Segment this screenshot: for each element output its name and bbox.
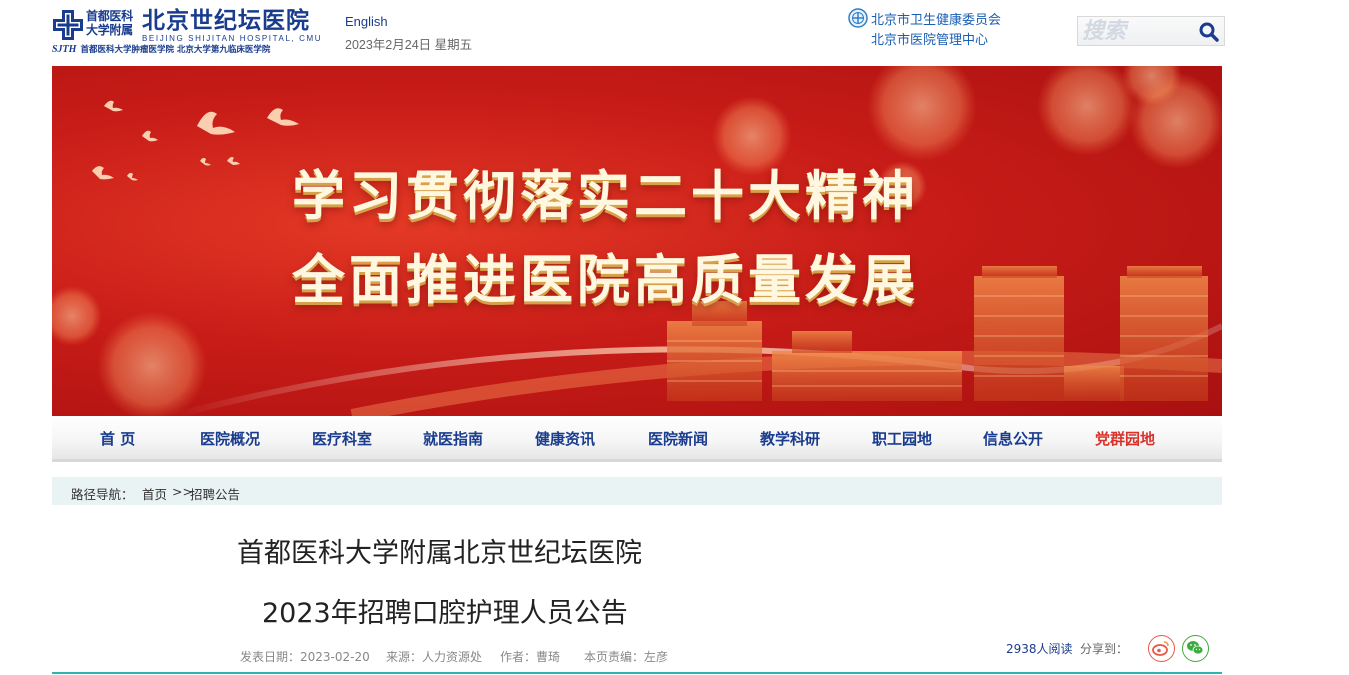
main-nav: 首 页 医院概况 医疗科室 就医指南 健康资讯 医院新闻 教学科研 职工园地 信… <box>52 416 1222 462</box>
share-label: 分享到： <box>1080 642 1129 656</box>
nav-hospital-overview[interactable]: 医院概况 <box>200 428 260 449</box>
breadcrumb-label: 路径导航： <box>71 487 134 502</box>
nav-patient-guide[interactable]: 就医指南 <box>423 428 483 449</box>
nav-staff-garden[interactable]: 职工园地 <box>872 428 932 449</box>
hospital-logo[interactable]: 首都医科 大学附属 北京世纪坛医院 BEIJING SHIJITAN HOSPI… <box>52 8 342 56</box>
nav-home[interactable]: 首 页 <box>100 428 135 449</box>
breadcrumb: 路径导航： 首页 >> 招聘公告 <box>52 477 1222 505</box>
search-icon <box>1199 22 1219 42</box>
article-publish-date: 发表日期：2023-02-20 <box>240 650 370 664</box>
banner-headline-2: 全面推进医院高质量发展 <box>292 250 919 311</box>
site-header: 首都医科 大学附属 北京世纪坛医院 BEIJING SHIJITAN HOSPI… <box>0 0 1349 66</box>
logo-hospital-name: 北京世纪坛医院 <box>142 7 310 34</box>
current-date: 2023年2月24日 星期五 <box>345 38 473 52</box>
nav-hospital-news[interactable]: 医院新闻 <box>648 428 708 449</box>
article-editor: 本页责编：左彦 <box>584 650 669 664</box>
english-link[interactable]: English <box>345 14 388 29</box>
banner-headline-1: 学习贯彻落实二十大精神 <box>292 166 919 227</box>
wechat-icon <box>1187 641 1204 655</box>
hospital-authority-link[interactable]: 北京市医院管理中心 <box>871 29 988 48</box>
nav-teaching-research[interactable]: 教学科研 <box>760 428 820 449</box>
logo-subtitle: SJTH 首都医科大学肿瘤医学院 北京大学第九临床医学院 <box>52 44 271 55</box>
logo-english-name: BEIJING SHIJITAN HOSPITAL, CMU <box>142 34 323 43</box>
share-wechat-button[interactable] <box>1182 635 1209 662</box>
nav-party-garden[interactable]: 党群园地 <box>1095 428 1155 449</box>
article-source: 来源：人力资源处 <box>386 650 483 664</box>
search-input[interactable] <box>1082 18 1192 44</box>
logo-affiliation: 首都医科 大学附属 <box>86 9 133 37</box>
doves <box>92 100 299 181</box>
nav-health-info[interactable]: 健康资讯 <box>535 428 595 449</box>
article-author: 作者：曹琦 <box>500 650 561 664</box>
read-count: 2938人阅读 <box>1006 642 1073 656</box>
breadcrumb-current[interactable]: 招聘公告 <box>190 484 240 503</box>
gov-emblem-icon <box>848 8 868 28</box>
logo-sith: SJTH <box>52 44 77 55</box>
share-weibo-button[interactable] <box>1148 635 1175 662</box>
article-title-line-2: 2023年招聘口腔护理人员公告 <box>262 598 628 629</box>
nav-departments[interactable]: 医疗科室 <box>312 428 372 449</box>
search-button[interactable] <box>1198 21 1220 43</box>
article-title-line-1: 首都医科大学附属北京世纪坛医院 <box>237 538 642 569</box>
weibo-icon <box>1152 641 1169 656</box>
nav-info-disclosure[interactable]: 信息公开 <box>983 428 1043 449</box>
health-commission-link[interactable]: 北京市卫生健康委员会 <box>871 9 1001 28</box>
breadcrumb-home[interactable]: 首页 <box>142 484 167 503</box>
hero-banner[interactable]: 学习贯彻落实二十大精神 全面推进医院高质量发展 <box>52 66 1222 416</box>
article-divider <box>52 672 1222 674</box>
search-box <box>1077 16 1225 46</box>
